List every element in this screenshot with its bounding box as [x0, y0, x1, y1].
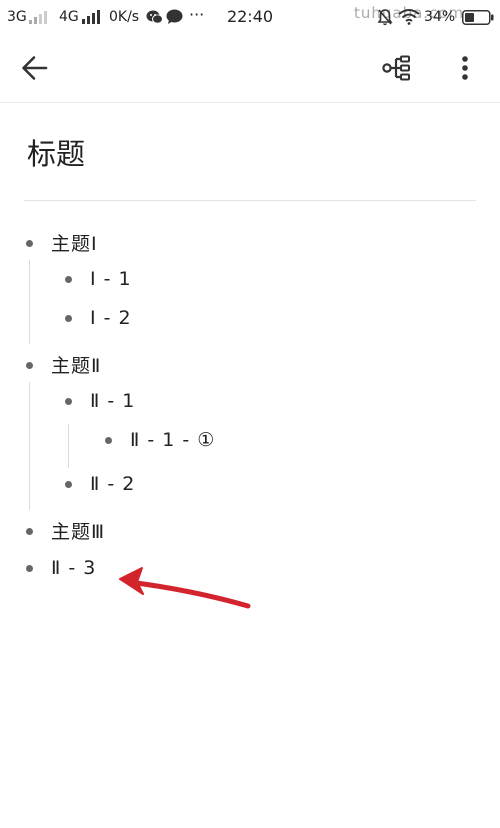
bullet-icon[interactable] — [105, 437, 112, 444]
outline-node-text[interactable]: 主题Ⅲ — [51, 521, 105, 543]
mute-bell-icon — [377, 9, 393, 26]
battery-icon — [462, 10, 494, 25]
outline-node-level1[interactable]: 主题Ⅰ — [26, 229, 98, 256]
mindmap-view-button[interactable] — [376, 48, 416, 88]
document-title[interactable]: 标题 — [27, 131, 85, 173]
outline-guide-line — [29, 260, 30, 344]
back-button[interactable] — [15, 48, 55, 88]
outline-node-level1[interactable]: 主题Ⅲ — [26, 517, 105, 544]
outline-node-text[interactable]: Ⅱ - 1 - ① — [130, 429, 215, 451]
battery-percent: 34% — [424, 9, 456, 25]
bullet-icon[interactable] — [65, 315, 72, 322]
outline-guide-line — [29, 382, 30, 510]
arrow-left-icon — [22, 56, 48, 80]
outline-node-text[interactable]: Ⅱ - 3 — [51, 557, 96, 579]
outline-node-text[interactable]: Ⅰ - 2 — [90, 307, 132, 329]
bullet-icon[interactable] — [26, 527, 33, 535]
outline-node-text[interactable]: Ⅰ - 1 — [90, 268, 132, 290]
title-divider — [24, 200, 476, 201]
mindmap-icon — [382, 55, 410, 81]
more-options-button[interactable] — [445, 48, 485, 88]
outline-node-text[interactable]: Ⅱ - 1 — [90, 390, 135, 412]
outline-node-text[interactable]: 主题Ⅰ — [51, 233, 98, 255]
outline-node-level2[interactable]: Ⅰ - 1 — [65, 268, 132, 290]
outline-node-level2[interactable]: Ⅰ - 2 — [65, 307, 132, 329]
outline-node-text[interactable]: 主题Ⅱ — [51, 355, 101, 377]
outline-node-level1[interactable]: 主题Ⅱ — [26, 351, 101, 378]
bullet-icon[interactable] — [65, 276, 72, 283]
wifi-icon — [398, 9, 420, 25]
bullet-icon[interactable] — [65, 481, 72, 488]
outline-node-level2[interactable]: Ⅱ - 1 — [65, 390, 135, 412]
annotation-arrow-icon — [119, 567, 251, 609]
more-vert-icon — [462, 56, 468, 80]
outline-node-level1[interactable]: Ⅱ - 3 — [26, 557, 96, 579]
bullet-icon[interactable] — [65, 398, 72, 405]
app-bar — [0, 34, 500, 103]
status-bar: 3G 4G 0K/s ··· 22:40 tuhuaba.com 34% — [0, 0, 500, 34]
bullet-icon[interactable] — [26, 239, 33, 247]
bullet-icon[interactable] — [26, 565, 33, 572]
outline-node-text[interactable]: Ⅱ - 2 — [90, 473, 135, 495]
outline-node-level2[interactable]: Ⅱ - 2 — [65, 473, 135, 495]
bullet-icon[interactable] — [26, 361, 33, 369]
outline-node-level3[interactable]: Ⅱ - 1 - ① — [105, 429, 215, 451]
outline-guide-line — [68, 424, 69, 468]
